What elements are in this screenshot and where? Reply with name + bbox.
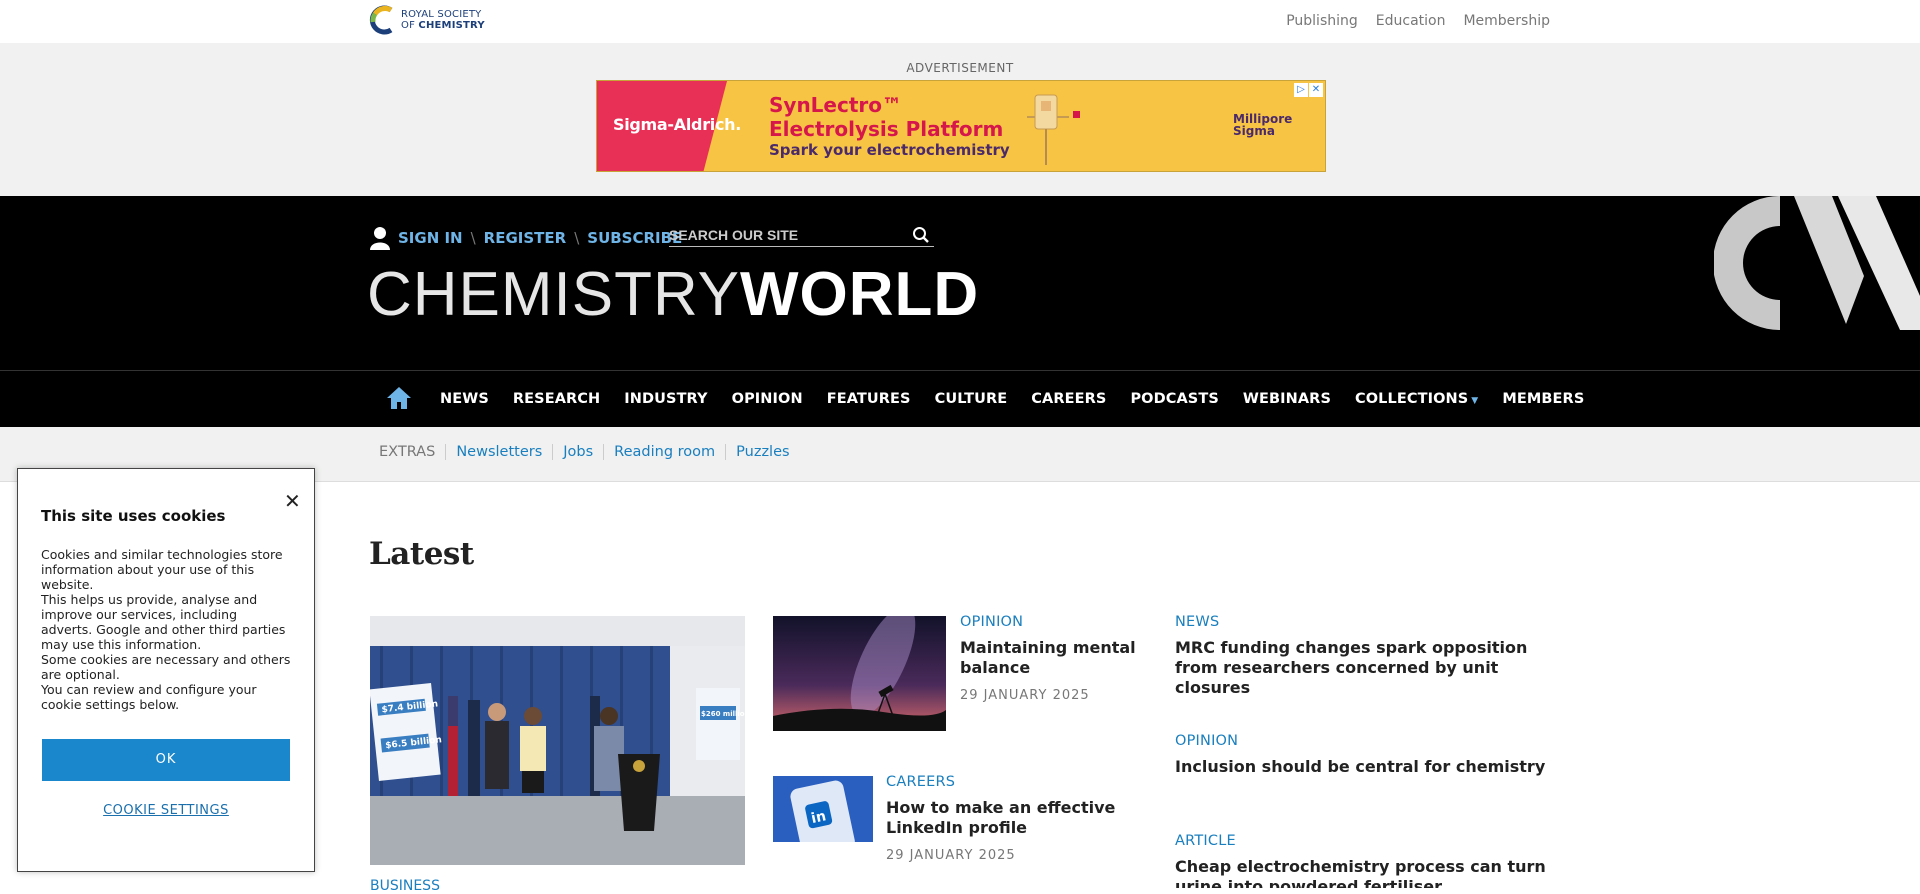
register-link[interactable]: REGISTER [484, 229, 567, 247]
cookie-ok-button[interactable]: OK [42, 739, 290, 781]
hero-image[interactable]: $7.4 billion $6.5 billion $260 million [370, 616, 745, 865]
cookie-p3: Some cookies are necessary and others ar… [41, 652, 291, 682]
divider [603, 444, 605, 460]
mid-article-1-section[interactable]: OPINION [960, 614, 1140, 630]
logo-chemistry: CHEMISTRY [367, 260, 741, 329]
ad-close-icon[interactable]: ✕ [1309, 83, 1323, 97]
rsc-logo-text: ROYAL SOCIETY OF CHEMISTRY [401, 9, 485, 31]
poster-right: $260 million [701, 710, 745, 718]
search-box [669, 224, 934, 247]
mid-article-2-date: 29 JANUARY 2025 [886, 848, 1016, 863]
mid-article-2-image[interactable]: in [773, 776, 873, 858]
right-article-3-title[interactable]: Cheap electrochemistry process can turn … [1175, 857, 1570, 888]
nav-collections-label: COLLECTIONS [1355, 391, 1469, 407]
mid-article-1[interactable]: OPINION Maintaining mental balance 29 JA… [960, 614, 1140, 703]
extras-label: EXTRAS [379, 444, 436, 460]
cookie-p1: Cookies and similar technologies store i… [41, 547, 283, 592]
ad-headline-2: Electrolysis Platform [769, 117, 1004, 141]
right-article-2-title[interactable]: Inclusion should be central for chemistr… [1175, 757, 1570, 777]
divider [552, 444, 554, 460]
right-article-2[interactable]: OPINION Inclusion should be central for … [1175, 733, 1570, 777]
ad-choices-icon[interactable]: ▷ [1294, 83, 1308, 97]
mid-article-1-title[interactable]: Maintaining mental balance [960, 638, 1140, 678]
account-links: SIGN IN \ REGISTER \ SUBSCRIBE [370, 226, 682, 250]
cookie-text: Cookies and similar technologies store i… [41, 547, 291, 712]
cookie-title: This site uses cookies [41, 507, 226, 525]
top-link-education[interactable]: Education [1376, 13, 1446, 29]
advertisement-label: ADVERTISEMENT [906, 61, 1014, 75]
logo-world: WORLD [740, 260, 980, 329]
nav-podcasts[interactable]: PODCASTS [1130, 391, 1218, 407]
site-header: SIGN IN \ REGISTER \ SUBSCRIBE CHEMISTRY… [0, 196, 1920, 371]
divider [725, 444, 727, 460]
search-input[interactable] [669, 224, 899, 246]
user-icon [370, 227, 390, 250]
latest-heading: Latest [369, 536, 474, 572]
top-links: Publishing Education Membership [1286, 13, 1550, 29]
mid-article-1-date: 29 JANUARY 2025 [960, 688, 1090, 703]
nav-news[interactable]: NEWS [440, 391, 489, 407]
search-icon[interactable] [912, 226, 930, 244]
nav-features[interactable]: FEATURES [827, 391, 911, 407]
mid-article-1-image[interactable] [773, 605, 946, 731]
right-article-1-section[interactable]: NEWS [1175, 614, 1570, 630]
right-article-3[interactable]: ARTICLE Cheap electrochemistry process c… [1175, 833, 1570, 888]
press-conference-image: $7.4 billion $6.5 billion $260 million [370, 616, 745, 865]
milky-way-image [773, 605, 946, 731]
ad-headline-1: SynLectro™ [769, 93, 903, 117]
cookie-banner: ✕ This site uses cookies Cookies and sim… [17, 468, 315, 872]
sign-in-link[interactable]: SIGN IN [398, 229, 463, 247]
caret-down-icon: ▼ [1471, 396, 1479, 406]
extras-puzzles[interactable]: Puzzles [736, 444, 789, 460]
top-link-publishing[interactable]: Publishing [1286, 13, 1358, 29]
linkedin-phone-image: in [773, 776, 873, 858]
divider [445, 444, 447, 460]
right-article-2-section[interactable]: OPINION [1175, 733, 1570, 749]
cookie-settings-link[interactable]: COOKIE SETTINGS [41, 803, 291, 818]
extras-reading-room[interactable]: Reading room [614, 444, 715, 460]
cookie-p4: You can review and configure your cookie… [41, 682, 257, 712]
top-link-membership[interactable]: Membership [1463, 13, 1550, 29]
extras-newsletters[interactable]: Newsletters [456, 444, 542, 460]
nav-research[interactable]: RESEARCH [513, 391, 600, 407]
ad-partner-logo: Millipore Sigma [1233, 112, 1293, 138]
chemistry-world-logo[interactable]: CHEMISTRYWORLD [367, 264, 979, 326]
mid-article-2-title[interactable]: How to make an effective LinkedIn profil… [886, 798, 1156, 838]
nav-collections[interactable]: COLLECTIONS ▼ [1355, 391, 1478, 407]
ad-device-illustration [1027, 94, 1080, 165]
advertisement-banner[interactable]: Sigma-Aldrich. SynLectro™ Electrolysis P… [596, 80, 1326, 172]
mid-article-2-section[interactable]: CAREERS [886, 774, 1156, 790]
main-nav: NEWS RESEARCH INDUSTRY OPINION FEATURES … [0, 371, 1920, 427]
nav-careers[interactable]: CAREERS [1031, 391, 1106, 407]
nav-culture[interactable]: CULTURE [935, 391, 1008, 407]
close-icon[interactable]: ✕ [284, 489, 301, 513]
right-article-1-title[interactable]: MRC funding changes spark opposition fro… [1175, 638, 1570, 698]
home-icon[interactable] [386, 386, 412, 410]
extras-jobs[interactable]: Jobs [563, 444, 593, 460]
rsc-ring-icon [369, 5, 393, 35]
cookie-p2: This helps us provide, analyse and impro… [41, 592, 286, 652]
nav-members[interactable]: MEMBERS [1502, 391, 1584, 407]
nav-webinars[interactable]: WEBINARS [1243, 391, 1331, 407]
rsc-logo[interactable]: ROYAL SOCIETY OF CHEMISTRY [369, 4, 485, 36]
nav-industry[interactable]: INDUSTRY [624, 391, 707, 407]
ad-controls: ▷ ✕ [1294, 83, 1323, 97]
right-article-1[interactable]: NEWS MRC funding changes spark oppositio… [1175, 614, 1570, 698]
mid-article-2[interactable]: CAREERS How to make an effective LinkedI… [886, 774, 1156, 863]
ad-brand: Sigma-Aldrich. [613, 115, 742, 134]
nav-opinion[interactable]: OPINION [732, 391, 803, 407]
top-bar: ROYAL SOCIETY OF CHEMISTRY Publishing Ed… [0, 0, 1920, 43]
hero-section-label[interactable]: BUSINESS [370, 878, 440, 894]
ad-tagline: Spark your electrochemistry [769, 141, 1010, 159]
separator: \ [470, 229, 476, 247]
cw-watermark-icon [1714, 196, 1920, 330]
separator: \ [574, 229, 580, 247]
right-article-3-section[interactable]: ARTICLE [1175, 833, 1570, 849]
advertisement-band: ADVERTISEMENT Sigma-Aldrich. SynLectro™ … [0, 43, 1920, 196]
